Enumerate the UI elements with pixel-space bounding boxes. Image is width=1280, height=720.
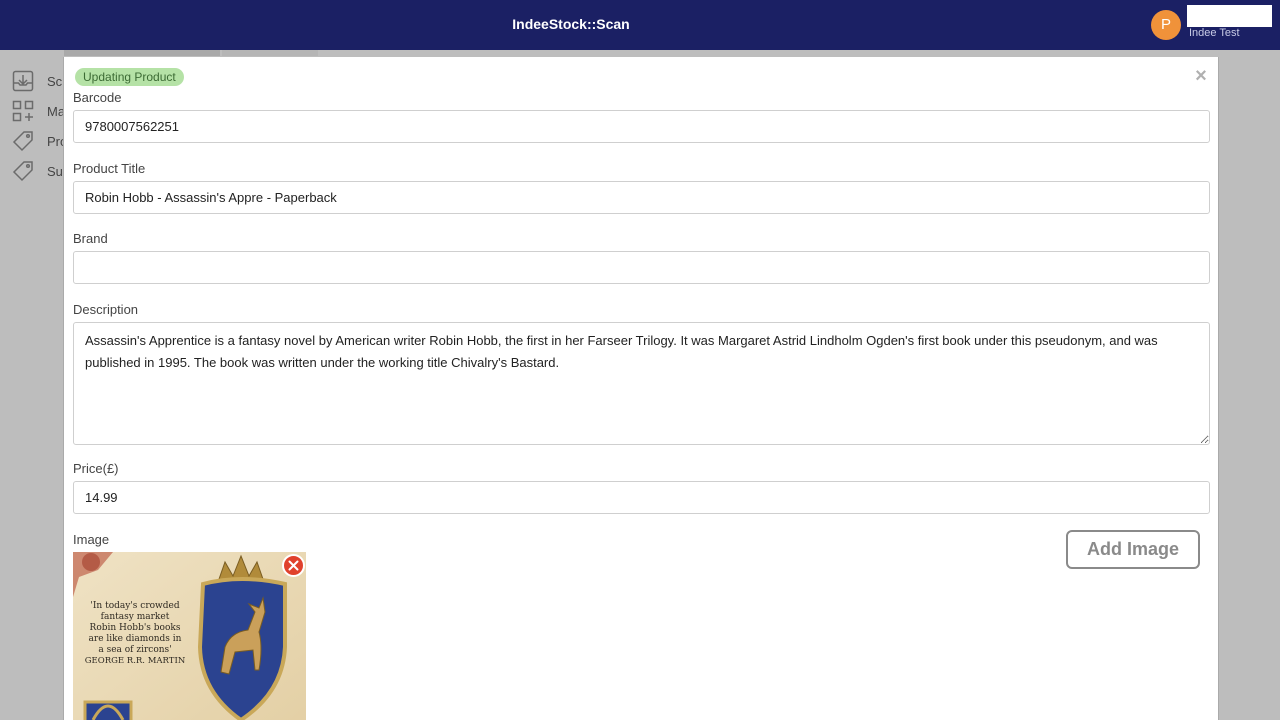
add-image-button[interactable]: Add Image (1066, 530, 1200, 569)
description-textarea[interactable]: Assassin's Apprentice is a fantasy novel… (73, 322, 1210, 445)
background-toolbar (64, 50, 220, 56)
close-circle-icon (288, 560, 299, 571)
cover-quote-line: fantasy market (101, 612, 170, 622)
user-name-box (1187, 5, 1272, 27)
product-title-label: Product Title (73, 161, 146, 176)
grid-add-icon (12, 100, 34, 122)
product-title-input[interactable] (73, 181, 1210, 214)
close-icon[interactable]: × (1192, 66, 1210, 86)
tag-icon (12, 161, 33, 182)
app-title: IndeeStock::Scan (512, 16, 630, 32)
sidebar-item-label: Sc (47, 73, 63, 89)
update-product-modal: Updating Product × Barcode Product Title… (63, 57, 1219, 720)
cover-quote-line: a sea of zircons' (98, 645, 171, 655)
cover-quote-line: Robin Hobb's books (90, 623, 181, 633)
top-bar: IndeeStock::Scan P Indee Test (0, 0, 1280, 50)
barcode-label: Barcode (73, 90, 122, 105)
price-label: Price(£) (73, 461, 119, 476)
cover-quote-author: GEORGE R.R. MARTIN (85, 656, 186, 666)
cover-quote-line: 'In today's crowded (90, 601, 179, 611)
product-image: 'In today's crowded fantasy market Robin… (73, 552, 306, 720)
status-badge: Updating Product (75, 68, 184, 86)
sidebar-item-label: Su (47, 163, 63, 179)
image-label: Image (73, 532, 110, 547)
tag-icon (12, 131, 33, 152)
book-cover-art: 'In today's crowded fantasy market Robin… (73, 552, 306, 720)
brand-input[interactable] (73, 251, 1210, 284)
user-name: Indee Test (1189, 27, 1240, 39)
price-input[interactable] (73, 481, 1210, 514)
background-toolbar (222, 50, 318, 56)
download-tray-icon (12, 70, 34, 92)
brand-label: Brand (73, 231, 108, 246)
barcode-input[interactable] (73, 110, 1210, 143)
cover-quote-line: are like diamonds in (89, 634, 182, 644)
remove-image-button[interactable] (282, 554, 305, 577)
avatar[interactable]: P (1151, 10, 1181, 40)
sidebar: Sc Ma Pro Su (0, 50, 67, 720)
description-label: Description (73, 302, 139, 317)
